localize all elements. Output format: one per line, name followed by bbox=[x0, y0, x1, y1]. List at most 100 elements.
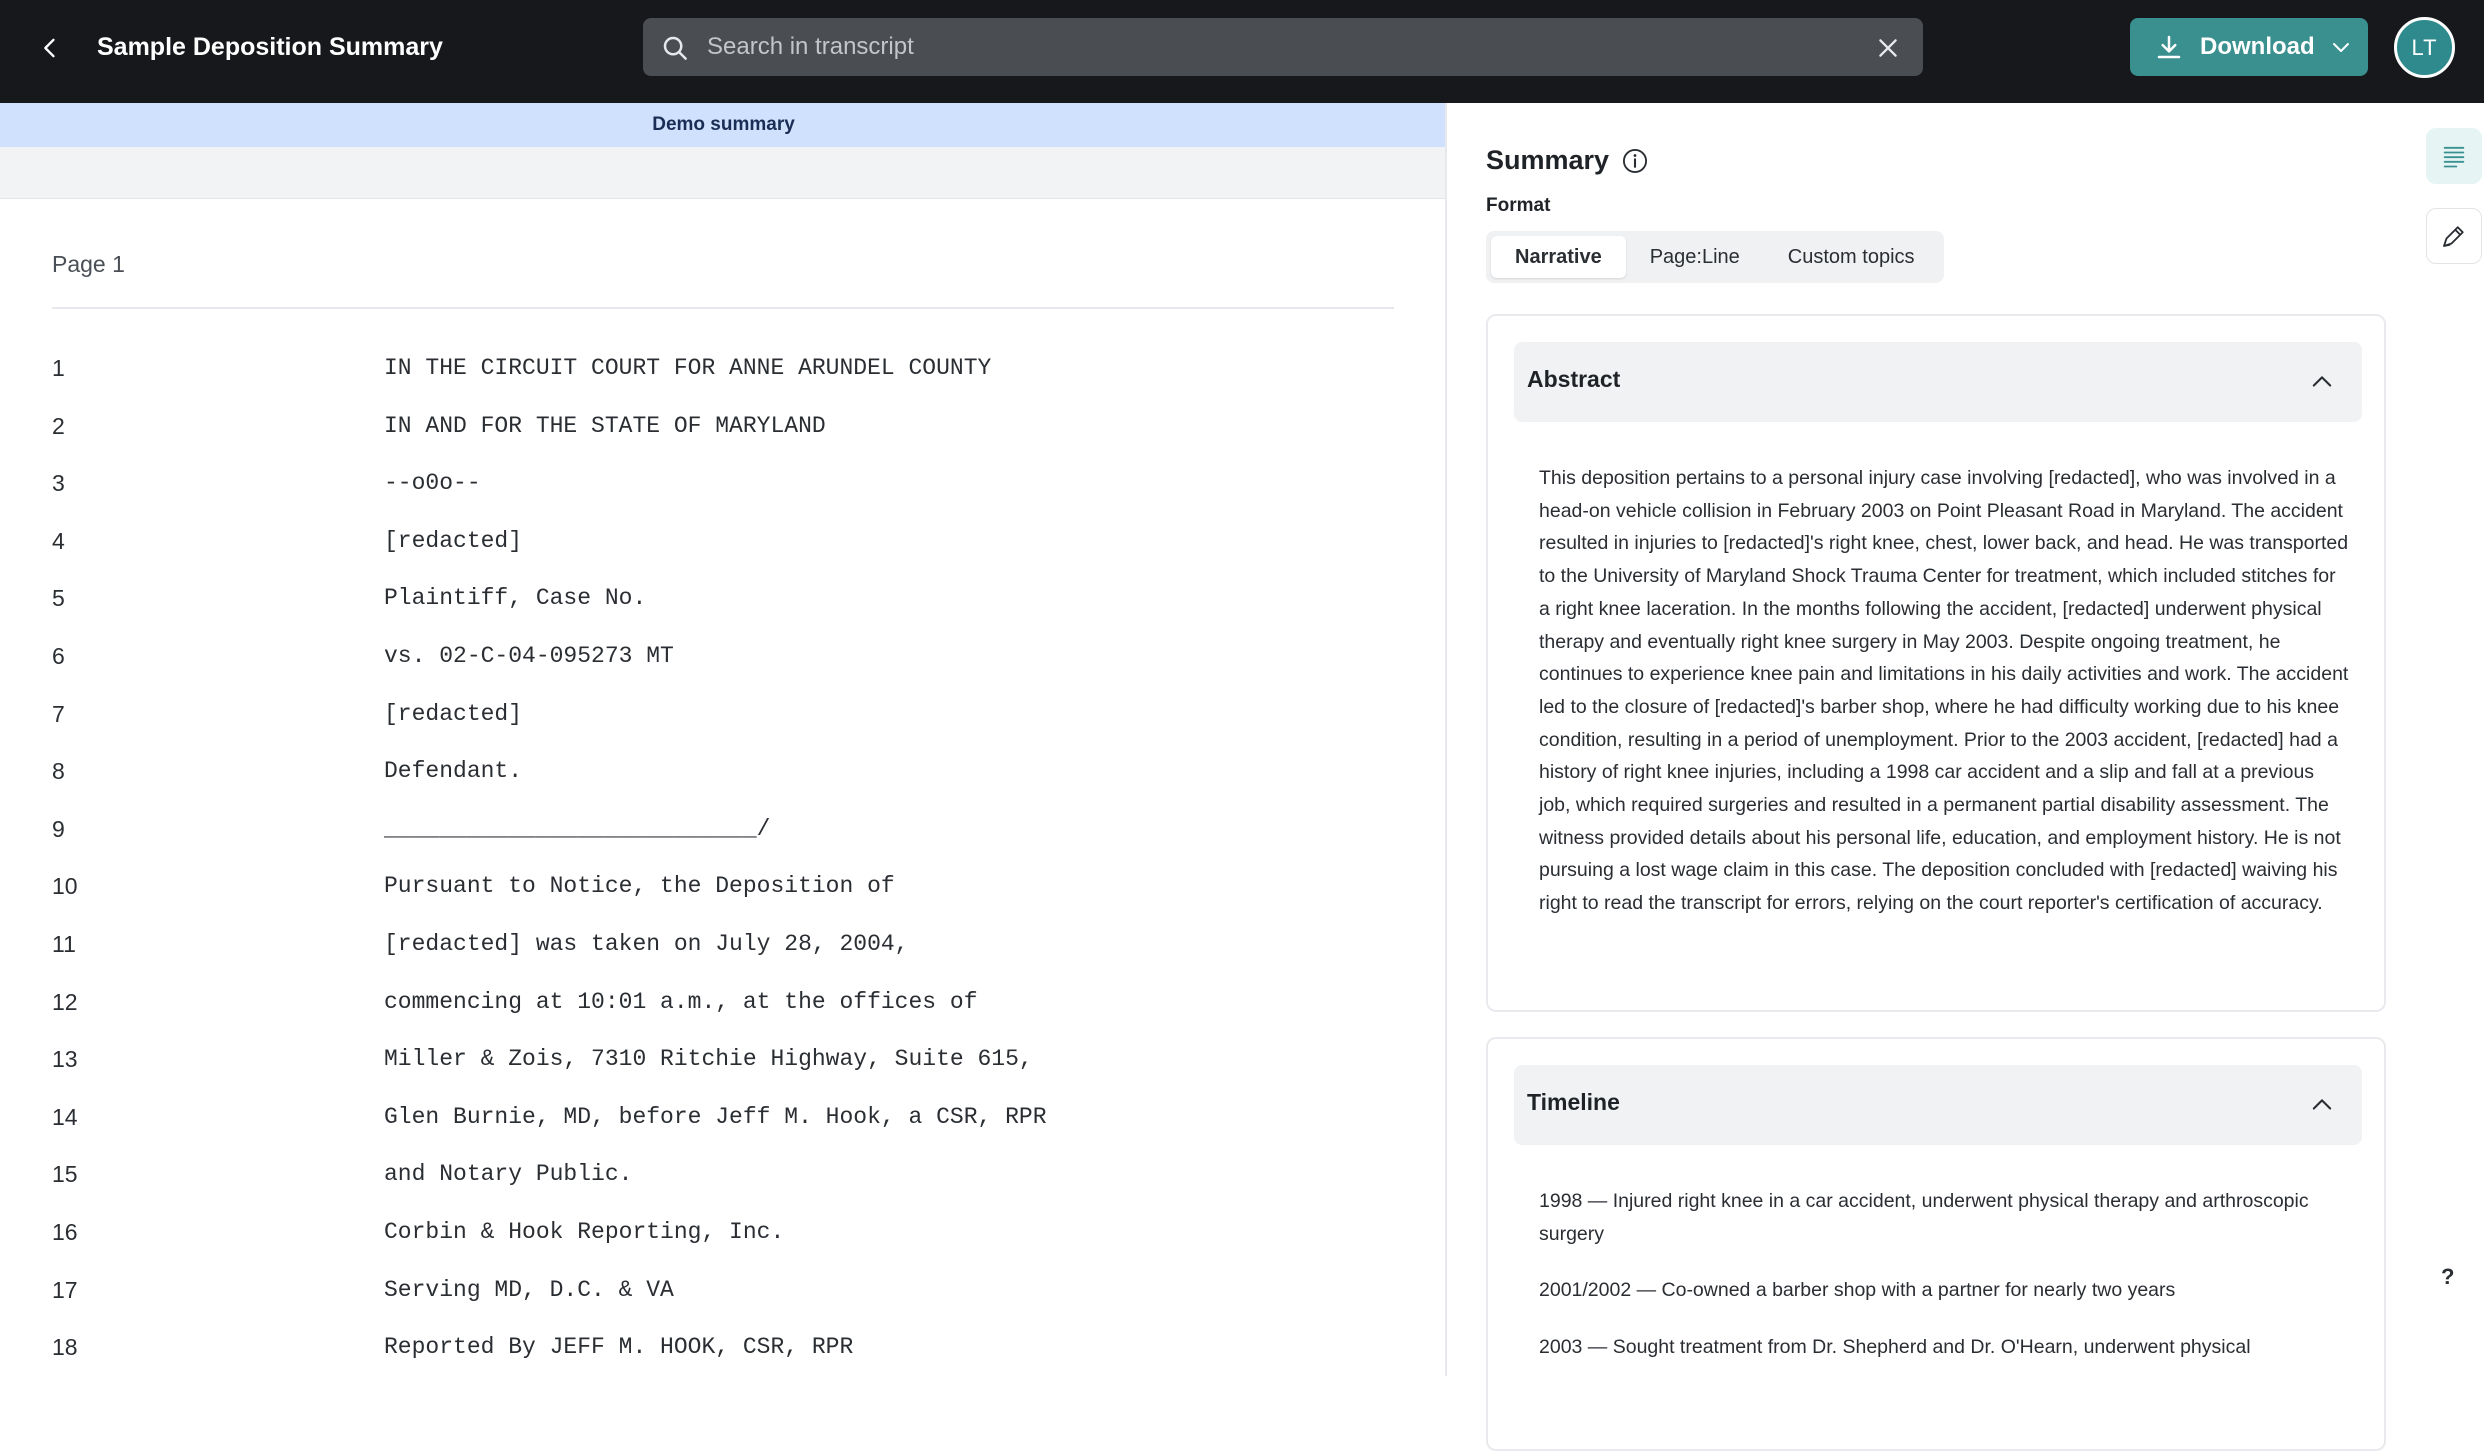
top-bar: Sample Deposition Summary Download LT bbox=[0, 0, 2484, 103]
transcript-line: 10 Pursuant to Notice, the Deposition of bbox=[0, 873, 1445, 931]
line-number: 18 bbox=[52, 1334, 78, 1361]
chevron-up-icon[interactable] bbox=[2308, 368, 2336, 396]
line-text: Miller & Zois, 7310 Ritchie Highway, Sui… bbox=[384, 1046, 1033, 1073]
line-text: Defendant. bbox=[384, 758, 523, 785]
transcript-line: 2 IN AND FOR THE STATE OF MARYLAND bbox=[0, 412, 1445, 471]
annotate-button[interactable] bbox=[2426, 208, 2482, 264]
transcript-line: 18 Reported By JEFF M. HOOK, CSR, RPR bbox=[0, 1334, 1445, 1376]
transcript-search bbox=[643, 18, 1923, 76]
line-text: IN AND FOR THE STATE OF MARYLAND bbox=[384, 412, 826, 439]
line-number: 2 bbox=[52, 412, 65, 439]
transcript-line: 8 Defendant. bbox=[0, 758, 1445, 816]
line-text: Pursuant to Notice, the Deposition of bbox=[384, 873, 895, 900]
transcript-line: 11 [redacted] was taken on July 28, 2004, bbox=[0, 930, 1445, 989]
line-number: 9 bbox=[52, 815, 65, 842]
timeline-entry: 1998 — Injured right knee in a car accid… bbox=[1539, 1190, 2309, 1245]
timeline-entry: 2001/2002 — Co-owned a barber shop with … bbox=[1539, 1279, 2176, 1302]
transcript-lines: 1 IN THE CIRCUIT COURT FOR ANNE ARUNDEL C… bbox=[0, 355, 1445, 1376]
timeline-list: 1998 — Injured right knee in a car accid… bbox=[1539, 1185, 2349, 1388]
transcript-line: 9 ___________________________/ bbox=[0, 815, 1445, 874]
line-text: Glen Burnie, MD, before Jeff M. Hook, a … bbox=[384, 1103, 1047, 1130]
abstract-title: Abstract bbox=[1527, 366, 1621, 392]
summary-pane: Summary Format Narrative Page:Line Custo… bbox=[1448, 103, 2484, 1451]
format-option-narrative[interactable]: Narrative bbox=[1491, 236, 1626, 278]
line-text: [redacted] bbox=[384, 527, 523, 554]
chevron-down-icon bbox=[2332, 43, 2349, 52]
line-number: 16 bbox=[52, 1218, 78, 1245]
line-number: 14 bbox=[52, 1103, 78, 1130]
line-number: 3 bbox=[52, 470, 65, 497]
format-option-page-line[interactable]: Page:Line bbox=[1626, 236, 1764, 278]
transcript-line: 14 Glen Burnie, MD, before Jeff M. Hook, … bbox=[0, 1103, 1445, 1162]
download-label: Download bbox=[2200, 33, 2315, 60]
line-text: IN THE CIRCUIT COURT FOR ANNE ARUNDEL CO… bbox=[384, 355, 992, 381]
back-button[interactable] bbox=[30, 28, 70, 68]
line-text: and Notary Public. bbox=[384, 1161, 633, 1188]
timeline-title: Timeline bbox=[1527, 1089, 1620, 1115]
transcript-pane: Demo summary Page 1 1 IN THE CIRCUIT COUR… bbox=[0, 103, 1447, 1376]
transcript-line: 7 [redacted] bbox=[0, 700, 1445, 759]
transcript-line: 5 Plaintiff, Case No. bbox=[0, 585, 1445, 643]
search-input[interactable] bbox=[707, 18, 1857, 76]
line-number: 15 bbox=[52, 1161, 78, 1188]
line-number: 4 bbox=[52, 527, 65, 554]
document-title: Sample Deposition Summary bbox=[97, 33, 443, 61]
transcript-line: 16 Corbin & Hook Reporting, Inc. bbox=[0, 1218, 1445, 1277]
line-text: vs. 02-C-04-095273 MT bbox=[384, 642, 674, 669]
download-button[interactable]: Download bbox=[2130, 18, 2368, 76]
transcript-line: 12 commencing at 10:01 a.m., at the offic… bbox=[0, 988, 1445, 1047]
line-number: 10 bbox=[52, 873, 78, 900]
timeline-header[interactable]: Timeline bbox=[1514, 1065, 2362, 1145]
search-icon bbox=[663, 36, 687, 60]
timeline-entry: 2003 — Sought treatment from Dr. Shepher… bbox=[1539, 1336, 2251, 1359]
transcript-line: 4 [redacted] bbox=[0, 527, 1445, 586]
line-text: Serving MD, D.C. & VA bbox=[384, 1276, 674, 1303]
transcript-line: 3 --o0o-- bbox=[0, 470, 1445, 528]
transcript-line: 6 vs. 02-C-04-095273 MT bbox=[0, 642, 1445, 701]
info-icon[interactable] bbox=[1621, 147, 1649, 175]
help-button[interactable]: ? bbox=[2441, 1264, 2454, 1290]
format-label: Format bbox=[1486, 195, 1551, 216]
transcript-line: 17 Serving MD, D.C. & VA bbox=[0, 1276, 1445, 1335]
chevron-left-icon bbox=[44, 38, 55, 58]
demo-banner: Demo summary bbox=[0, 103, 1445, 147]
pen-icon bbox=[2443, 226, 2464, 247]
line-number: 11 bbox=[52, 930, 76, 957]
page-divider bbox=[52, 307, 1394, 309]
line-number: 13 bbox=[52, 1046, 78, 1073]
line-text: [redacted] was taken on July 28, 2004, bbox=[384, 930, 909, 957]
transcript-line: 13 Miller & Zois, 7310 Ritchie Highway, S… bbox=[0, 1046, 1445, 1104]
line-text: ___________________________/ bbox=[384, 815, 771, 842]
line-number: 8 bbox=[52, 758, 65, 785]
abstract-card: Abstract This deposition pertains to a p… bbox=[1486, 314, 2386, 1012]
line-text: Plaintiff, Case No. bbox=[384, 585, 647, 612]
line-number: 17 bbox=[52, 1276, 78, 1303]
abstract-header[interactable]: Abstract bbox=[1514, 342, 2362, 422]
format-selector: Narrative Page:Line Custom topics bbox=[1486, 231, 1944, 283]
abstract-text: This deposition pertains to a personal i… bbox=[1539, 467, 2349, 915]
summary-view-button[interactable] bbox=[2426, 128, 2482, 184]
line-text: Reported By JEFF M. HOOK, CSR, RPR bbox=[384, 1334, 854, 1361]
line-text: Corbin & Hook Reporting, Inc. bbox=[384, 1218, 785, 1245]
line-text: [redacted] bbox=[384, 700, 523, 727]
line-text: commencing at 10:01 a.m., at the offices… bbox=[384, 988, 978, 1015]
format-option-custom-topics[interactable]: Custom topics bbox=[1764, 236, 1939, 278]
avatar[interactable]: LT bbox=[2394, 17, 2455, 78]
transcript-line: 1 IN THE CIRCUIT COURT FOR ANNE ARUNDEL C… bbox=[0, 355, 1445, 413]
line-number: 7 bbox=[52, 700, 65, 727]
timeline-card: Timeline 1998 — Injured right knee in a … bbox=[1486, 1037, 2386, 1451]
transcript-line: 15 and Notary Public. bbox=[0, 1161, 1445, 1219]
line-number: 12 bbox=[52, 988, 78, 1015]
line-number: 5 bbox=[52, 585, 65, 612]
list-icon bbox=[2443, 146, 2465, 168]
line-number: 1 bbox=[52, 355, 65, 381]
line-number: 6 bbox=[52, 642, 65, 669]
chevron-up-icon[interactable] bbox=[2308, 1091, 2336, 1119]
close-icon[interactable] bbox=[1875, 35, 1901, 61]
line-text: --o0o-- bbox=[384, 470, 481, 497]
download-icon bbox=[2157, 35, 2181, 59]
page-label: Page 1 bbox=[52, 251, 125, 277]
transcript-toolbar-band bbox=[0, 147, 1445, 199]
summary-header: Summary bbox=[1486, 145, 1649, 176]
summary-title: Summary bbox=[1486, 145, 1610, 175]
